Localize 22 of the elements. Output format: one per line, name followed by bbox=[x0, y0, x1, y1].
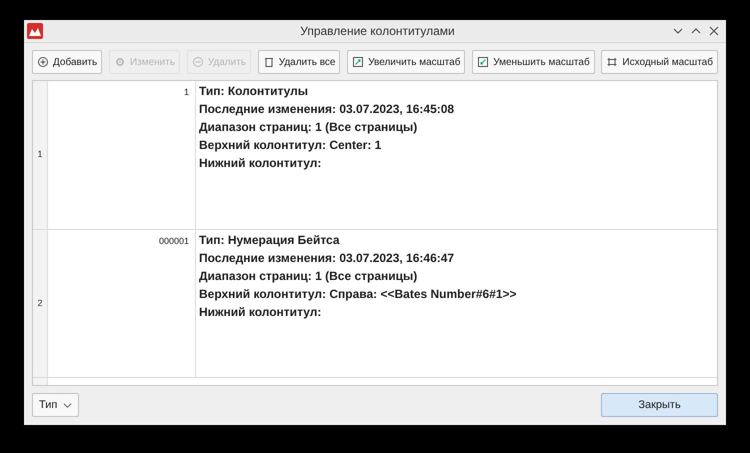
info-line: Последние изменения: 03.07.2023, 16:46:47 bbox=[199, 250, 454, 267]
info-line: Верхний колонтитул: Center: 1 bbox=[199, 137, 382, 154]
toolbar-button[interactable]: Добавить bbox=[32, 50, 102, 74]
info-line: Диапазон страниц: 1 (Все страницы) bbox=[199, 268, 418, 285]
info-line: Верхний колонтитул: Справа: <<Bates Number#6#1>> bbox=[199, 286, 517, 303]
row-header[interactable]: 1 bbox=[33, 81, 48, 229]
row-header[interactable]: 2 bbox=[33, 230, 48, 377]
number-cell: 000001 bbox=[48, 230, 196, 377]
toolbar-button[interactable]: Удалить все bbox=[258, 50, 340, 74]
info-line: Нижний колонтитул: bbox=[199, 155, 322, 172]
info-line: Тип: Нумерация Бейтса bbox=[199, 232, 340, 249]
toolbar-button[interactable]: Уменьшить масштаб bbox=[472, 50, 595, 74]
info-line: Диапазон страниц: 1 (Все страницы) bbox=[199, 119, 418, 136]
info-line: Последние изменения: 03.07.2023, 16:45:08 bbox=[199, 101, 454, 118]
number-cell: 1 bbox=[48, 81, 196, 229]
window-title: Управление колонтитулами bbox=[300, 23, 455, 40]
toolbar-button[interactable]: Исходный масштаб bbox=[601, 50, 718, 74]
info-line: Нижний колонтитул: bbox=[199, 304, 322, 321]
info-line: Тип: Колонтитулы bbox=[199, 83, 308, 100]
close-button[interactable]: Закрыть bbox=[601, 393, 718, 417]
toolbar-button[interactable]: Увеличить масштаб bbox=[347, 50, 466, 74]
type-dropdown[interactable]: Тип bbox=[32, 393, 79, 417]
